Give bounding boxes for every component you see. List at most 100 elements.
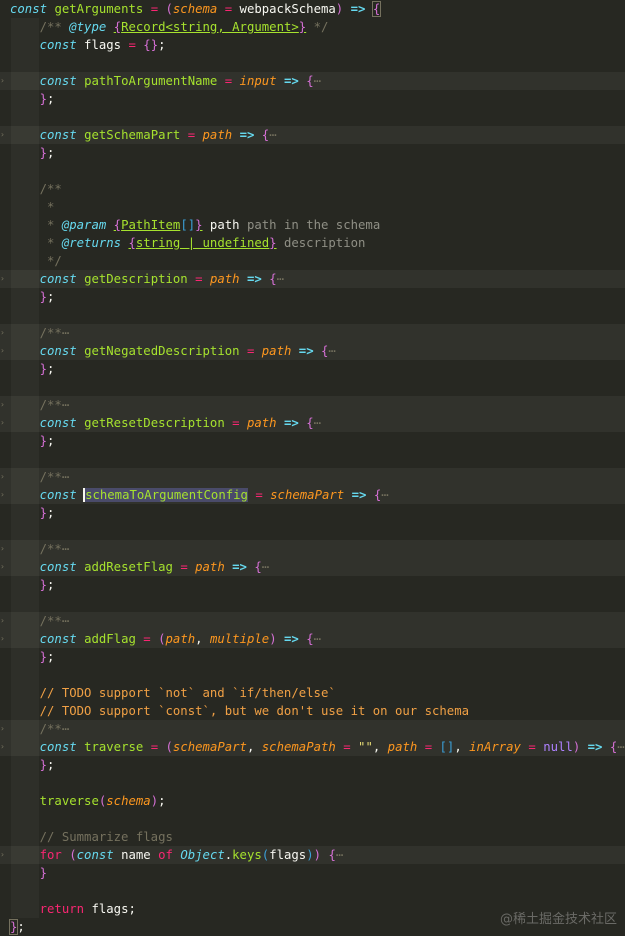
fold-chevron-icon[interactable]: ›: [0, 486, 6, 504]
code-line[interactable]: * @returns {string | undefined} descript…: [0, 234, 625, 252]
code-line[interactable]: › /**⋯: [0, 720, 625, 738]
indent-guide: [11, 810, 39, 828]
fold-chevron-icon[interactable]: ›: [0, 612, 6, 630]
folded-ellipsis[interactable]: ⋯: [336, 848, 343, 862]
fold-chevron-icon[interactable]: ›: [0, 558, 6, 576]
code-token: =: [424, 740, 433, 754]
fold-chevron-icon[interactable]: ›: [0, 468, 6, 486]
code-line[interactable]: traverse(schema);: [0, 792, 625, 810]
code-line[interactable]: [0, 306, 625, 324]
code-line[interactable]: }: [0, 864, 625, 882]
folded-ellipsis[interactable]: ⋯: [62, 614, 69, 628]
code-line[interactable]: › /**⋯: [0, 468, 625, 486]
code-line[interactable]: };: [0, 504, 625, 522]
code-line[interactable]: › const addFlag = (path, multiple) => {⋯: [0, 630, 625, 648]
code-line[interactable]: };: [0, 144, 625, 162]
folded-ellipsis[interactable]: ⋯: [62, 542, 69, 556]
folded-ellipsis[interactable]: ⋯: [62, 470, 69, 484]
code-token: ,: [454, 740, 470, 754]
code-line[interactable]: › /**⋯: [0, 612, 625, 630]
code-line[interactable]: const flags = {};: [0, 36, 625, 54]
code-line[interactable]: */: [0, 252, 625, 270]
code-line[interactable]: };: [0, 90, 625, 108]
folded-ellipsis[interactable]: ⋯: [277, 272, 284, 286]
code-line[interactable]: › const getDescription = path => {⋯: [0, 270, 625, 288]
code-line[interactable]: › for (const name of Object.keys(flags))…: [0, 846, 625, 864]
fold-chevron-icon[interactable]: ›: [0, 630, 6, 648]
code-line[interactable]: /**: [0, 180, 625, 198]
code-line[interactable]: };: [0, 360, 625, 378]
code-line[interactable]: › const pathToArgumentName = input => {⋯: [0, 72, 625, 90]
fold-chevron-icon[interactable]: ›: [0, 72, 6, 90]
code-token: string | undefined: [135, 236, 270, 250]
code-line[interactable]: /** @type {Record<string, Argument>} */: [0, 18, 625, 36]
code-line[interactable]: › const getSchemaPart = path => {⋯: [0, 126, 625, 144]
code-token: Object: [180, 848, 225, 862]
code-text: };: [10, 362, 55, 376]
fold-chevron-icon[interactable]: ›: [0, 270, 6, 288]
code-line[interactable]: *: [0, 198, 625, 216]
code-line[interactable]: [0, 666, 625, 684]
code-line[interactable]: };: [0, 432, 625, 450]
code-line[interactable]: [0, 594, 625, 612]
code-line[interactable]: [0, 882, 625, 900]
fold-chevron-icon[interactable]: ›: [0, 324, 6, 342]
fold-chevron-icon[interactable]: ›: [0, 126, 6, 144]
code-line[interactable]: // Summarize flags: [0, 828, 625, 846]
code-line[interactable]: const getArguments = (schema = webpackSc…: [0, 0, 625, 18]
code-line[interactable]: › const getNegatedDescription = path => …: [0, 342, 625, 360]
code-line[interactable]: › const getResetDescription = path => {⋯: [0, 414, 625, 432]
code-line[interactable]: };: [0, 648, 625, 666]
code-line[interactable]: › /**⋯: [0, 540, 625, 558]
folded-ellipsis[interactable]: ⋯: [314, 416, 321, 430]
folded-ellipsis[interactable]: ⋯: [62, 398, 69, 412]
code-token: const: [39, 272, 77, 286]
fold-chevron-icon[interactable]: ›: [0, 540, 6, 558]
code-line[interactable]: › /**⋯: [0, 324, 625, 342]
code-token: {: [306, 74, 314, 88]
fold-chevron-icon[interactable]: ›: [0, 720, 6, 738]
folded-ellipsis[interactable]: ⋯: [269, 128, 276, 142]
fold-chevron-icon[interactable]: ›: [0, 414, 6, 432]
folded-ellipsis[interactable]: ⋯: [617, 740, 624, 754]
code-token: input: [239, 74, 277, 88]
code-line[interactable]: // TODO support `const`, but we don't us…: [0, 702, 625, 720]
code-line[interactable]: [0, 810, 625, 828]
fold-chevron-icon[interactable]: ›: [0, 342, 6, 360]
folded-ellipsis[interactable]: ⋯: [328, 344, 335, 358]
code-line[interactable]: [0, 450, 625, 468]
code-line[interactable]: [0, 54, 625, 72]
code-line[interactable]: › /**⋯: [0, 396, 625, 414]
code-line[interactable]: // TODO support `not` and `if/then/else`: [0, 684, 625, 702]
fold-chevron-icon[interactable]: ›: [0, 396, 6, 414]
code-line[interactable]: [0, 108, 625, 126]
code-line[interactable]: };: [0, 288, 625, 306]
fold-chevron-icon[interactable]: ›: [0, 738, 6, 756]
code-line[interactable]: };: [0, 576, 625, 594]
code-line[interactable]: › const addResetFlag = path => {⋯: [0, 558, 625, 576]
code-line[interactable]: [0, 162, 625, 180]
folded-ellipsis[interactable]: ⋯: [62, 722, 69, 736]
code-token: const: [39, 74, 77, 88]
code-text: * @returns {string | undefined} descript…: [10, 236, 365, 250]
code-editor[interactable]: const getArguments = (schema = webpackSc…: [0, 0, 625, 936]
code-line[interactable]: };: [0, 756, 625, 774]
code-line[interactable]: [0, 522, 625, 540]
code-line[interactable]: › const schemaToArgumentConfig = schemaP…: [0, 486, 625, 504]
code-line[interactable]: [0, 378, 625, 396]
code-line[interactable]: [0, 774, 625, 792]
code-line[interactable]: * @param {PathItem[]} path path in the s…: [0, 216, 625, 234]
folded-ellipsis[interactable]: ⋯: [381, 488, 388, 502]
fold-chevron-icon[interactable]: ›: [0, 846, 6, 864]
folded-ellipsis[interactable]: ⋯: [314, 74, 321, 88]
folded-ellipsis[interactable]: ⋯: [62, 326, 69, 340]
folded-ellipsis[interactable]: ⋯: [314, 632, 321, 646]
folded-ellipsis[interactable]: ⋯: [262, 560, 269, 574]
code-line[interactable]: › const traverse = (schemaPart, schemaPa…: [0, 738, 625, 756]
